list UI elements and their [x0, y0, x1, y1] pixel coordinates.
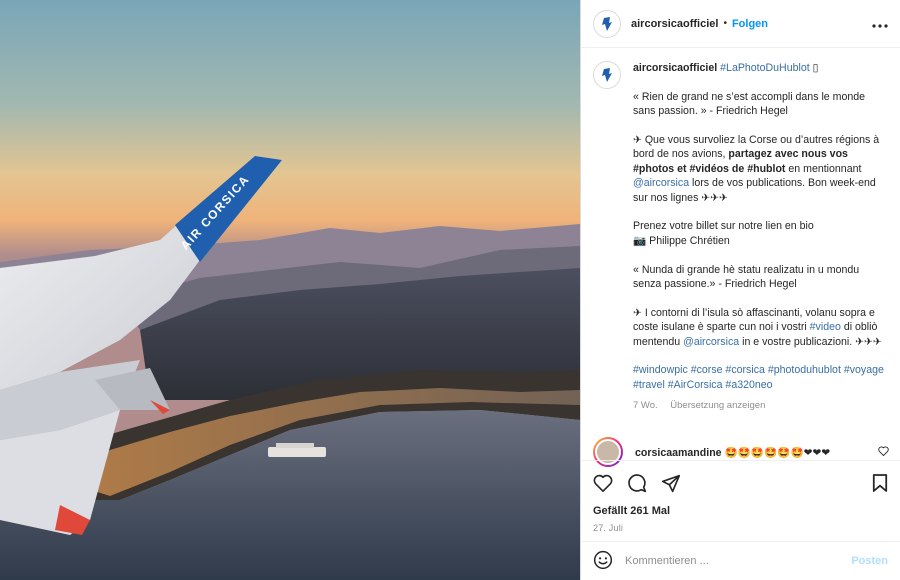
caption-text-span: in e vostre publicazioni. ✈✈✈ — [739, 335, 882, 348]
header-username[interactable]: aircorsicaofficiel — [631, 18, 718, 30]
follow-button[interactable]: Folgen — [732, 18, 768, 30]
likes-count[interactable]: Gefällt 261 Mal — [593, 505, 888, 517]
hashtag-list[interactable]: #windowpic #corse #corsica #photoduhublo… — [633, 363, 885, 392]
comment-text: corsicaamandine 🤩🤩🤩🤩🤩🤩❤❤❤ — [635, 446, 830, 459]
caption-username[interactable]: aircorsicaofficiel — [633, 62, 717, 74]
translate-link[interactable]: Übersetzung anzeigen — [670, 400, 765, 411]
mention-link[interactable]: @aircorsica — [633, 177, 689, 189]
photo-credit: 📷 Philippe Chrétien — [633, 234, 730, 247]
caption-avatar[interactable] — [593, 61, 621, 89]
caption-meta: 7 Wo. Übersetzung anzeigen — [633, 399, 885, 413]
bookmark-icon[interactable] — [872, 473, 888, 493]
post-photo[interactable]: AIR CORSICA — [0, 0, 580, 580]
post-header: aircorsicaofficiel • Folgen — [581, 0, 900, 48]
post-date: 27. Juli — [593, 523, 624, 533]
hashtag-link[interactable]: #LaPhotoDuHublot — [720, 62, 810, 74]
post-comment-button[interactable]: Posten — [851, 555, 888, 567]
caption-text: aircorsicaofficiel #LaPhotoDuHublot ▯ « … — [633, 61, 885, 413]
caption-text-span: en mentionnant — [785, 162, 862, 175]
comment-composer: Posten — [581, 541, 900, 580]
post-age[interactable]: 7 Wo. — [633, 400, 658, 411]
caption-paragraph: ✈ Que vous survoliez la Corse ou d’autre… — [633, 133, 885, 205]
post-actions: Gefällt 261 Mal 27. Juli — [581, 460, 900, 533]
caption-paragraph: « Nunda di grande hè statu realizatu in … — [633, 263, 860, 291]
hashtag-link[interactable]: #video — [810, 321, 841, 333]
mention-link[interactable]: @aircorsica — [683, 336, 739, 348]
comment-icon[interactable] — [627, 473, 647, 493]
caption-paragraph: Prenez votre billet sur notre lien en bi… — [633, 219, 885, 248]
airplane-window-photo: AIR CORSICA — [0, 0, 580, 580]
aircorsica-logo-icon — [602, 16, 612, 31]
comment-input[interactable] — [625, 555, 852, 567]
comment-body: 🤩🤩🤩🤩🤩🤩❤❤❤ — [724, 446, 831, 459]
caption-section: aircorsicaofficiel #LaPhotoDuHublot ▯ « … — [581, 49, 900, 433]
caption-paragraph: « Rien de grand ne s’est accompli dans l… — [633, 90, 866, 118]
separator-dot: • — [723, 18, 727, 29]
commenter-username[interactable]: corsicaamandine — [635, 447, 722, 459]
caption-paragraph: ✈ I contorni di l’isula sò affascinanti,… — [633, 306, 885, 349]
avatar[interactable] — [593, 9, 621, 38]
more-options-icon[interactable] — [872, 15, 888, 33]
share-icon[interactable] — [661, 474, 681, 493]
emoji-icon[interactable] — [593, 550, 613, 573]
aircorsica-logo-icon — [602, 68, 612, 82]
caption-title-glyph: ▯ — [812, 62, 819, 74]
comment-like-icon[interactable] — [878, 445, 889, 459]
caption-text-span: Prenez votre billet sur notre lien en bi… — [633, 220, 814, 233]
heart-icon[interactable] — [593, 474, 613, 492]
post-side-panel: aircorsicaofficiel • Folgen aircorsicaof… — [580, 0, 900, 580]
